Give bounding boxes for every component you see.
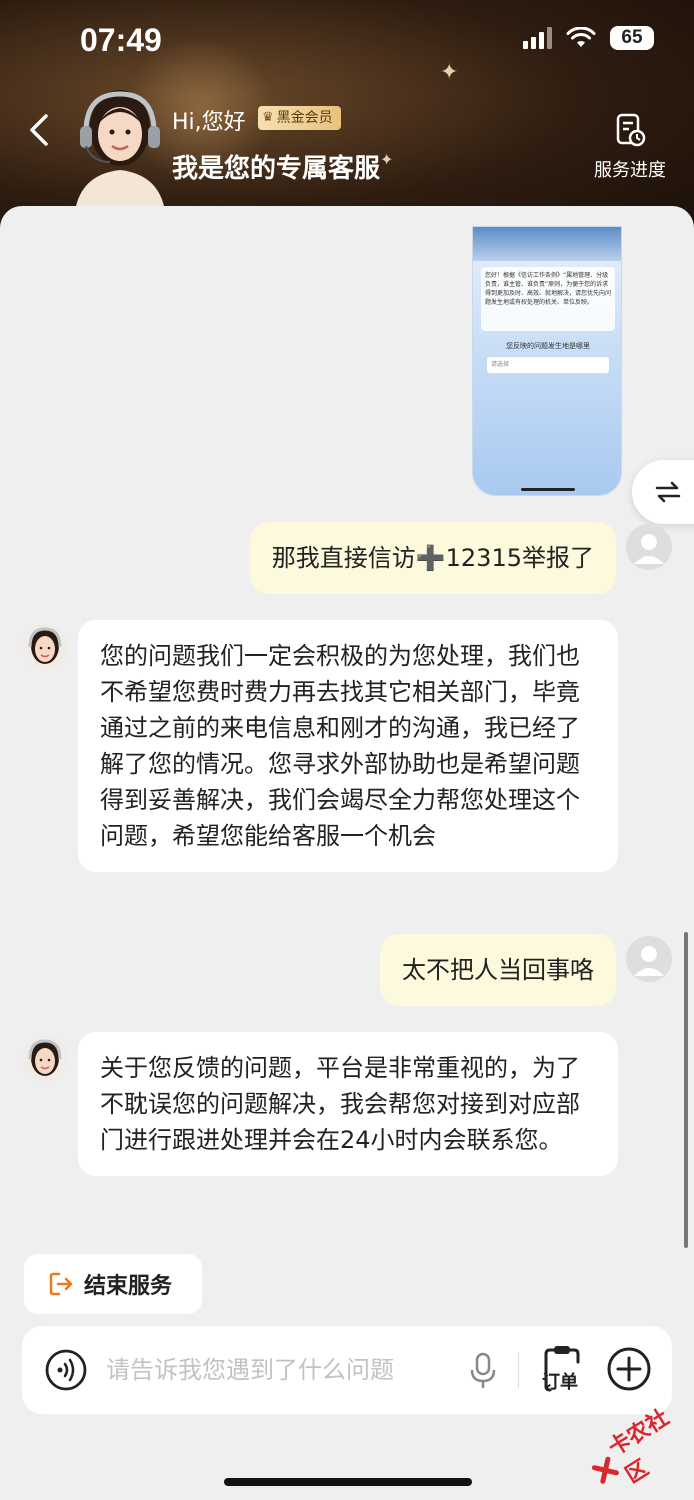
chat-area[interactable]: 您好！根据《信访工作条例》“属地管理、分级负责，谁主管、谁负责”原则，为便于您的… (0, 206, 694, 1500)
home-indicator (224, 1478, 472, 1486)
vip-badge: ♛ 黑金会员 (258, 106, 341, 130)
service-progress-icon (616, 113, 646, 147)
screenshot-home-bar (521, 488, 575, 491)
user-avatar (626, 524, 672, 570)
user-message: 太不把人当回事咯 (380, 934, 616, 1006)
sparkle-icon: ✦ (440, 60, 459, 85)
plus-button[interactable] (606, 1346, 652, 1392)
order-label: 订单 (542, 1372, 578, 1393)
exit-icon (49, 1272, 73, 1296)
message-input[interactable] (106, 1350, 446, 1390)
vip-badge-label: 黑金会员 (276, 110, 333, 126)
input-bar: 订单 (22, 1326, 672, 1414)
greeting-text: Hi,您好 (172, 110, 246, 135)
agent-message: 关于您反馈的问题，平台是非常重视的，为了不耽误您的问题解决，我会帮您对接到对应部… (78, 1032, 618, 1176)
end-service-label: 结束服务 (84, 1274, 173, 1299)
screenshot-select: 请选择 (487, 357, 609, 373)
service-progress-label: 服务进度 (594, 160, 666, 181)
voice-wave-icon (45, 1349, 87, 1391)
agent-avatar (64, 82, 176, 206)
service-progress-button[interactable]: 服务进度 (590, 112, 670, 182)
shared-screenshot[interactable]: 您好！根据《信访工作条例》“属地管理、分级负责，谁主管、谁负责”原则，为便于您的… (472, 226, 622, 496)
plus-icon (607, 1347, 651, 1391)
user-message: 那我直接信访➕12315举报了 (249, 522, 616, 594)
agent-avatar-small (22, 1036, 68, 1082)
end-service-button[interactable]: 结束服务 (24, 1254, 202, 1314)
user-avatar (626, 936, 672, 982)
switch-button[interactable] (632, 460, 694, 524)
screenshot-notice: 您好！根据《信访工作条例》“属地管理、分级负责，谁主管、谁负责”原则，为便于您的… (481, 267, 615, 331)
header: ✦ ✦ 07:49 65 Hi,您好 ♛ 黑金会员 我是您的专属客服 服务进度 (0, 0, 694, 240)
cellular-signal-icon (523, 27, 552, 49)
back-button[interactable] (20, 108, 60, 152)
agent-avatar-small (22, 624, 68, 670)
screenshot-question: 您反映的问题发生地是哪里 (506, 342, 590, 350)
back-arrow-icon (30, 114, 48, 146)
scrollbar[interactable] (684, 932, 688, 1248)
microphone-button[interactable] (468, 1348, 498, 1392)
agent-message: 您的问题我们一定会积极的为您处理，我们也不希望您费时费力再去找其它相关部门，毕竟… (78, 620, 618, 872)
order-button[interactable]: 订单 (540, 1346, 590, 1396)
battery-indicator: 65 (610, 26, 654, 50)
wifi-icon (566, 27, 596, 49)
agent-title: 我是您的专属客服 (172, 154, 381, 184)
input-divider (518, 1352, 519, 1388)
crown-icon: ♛ (262, 110, 274, 125)
voice-mode-button[interactable] (44, 1348, 88, 1392)
screenshot-sky (473, 227, 621, 261)
sparkle-icon: ✦ (380, 150, 394, 169)
swap-icon (655, 481, 681, 503)
status-time: 07:49 (80, 22, 162, 58)
status-icons: 65 (523, 26, 654, 50)
microphone-icon (470, 1352, 496, 1388)
